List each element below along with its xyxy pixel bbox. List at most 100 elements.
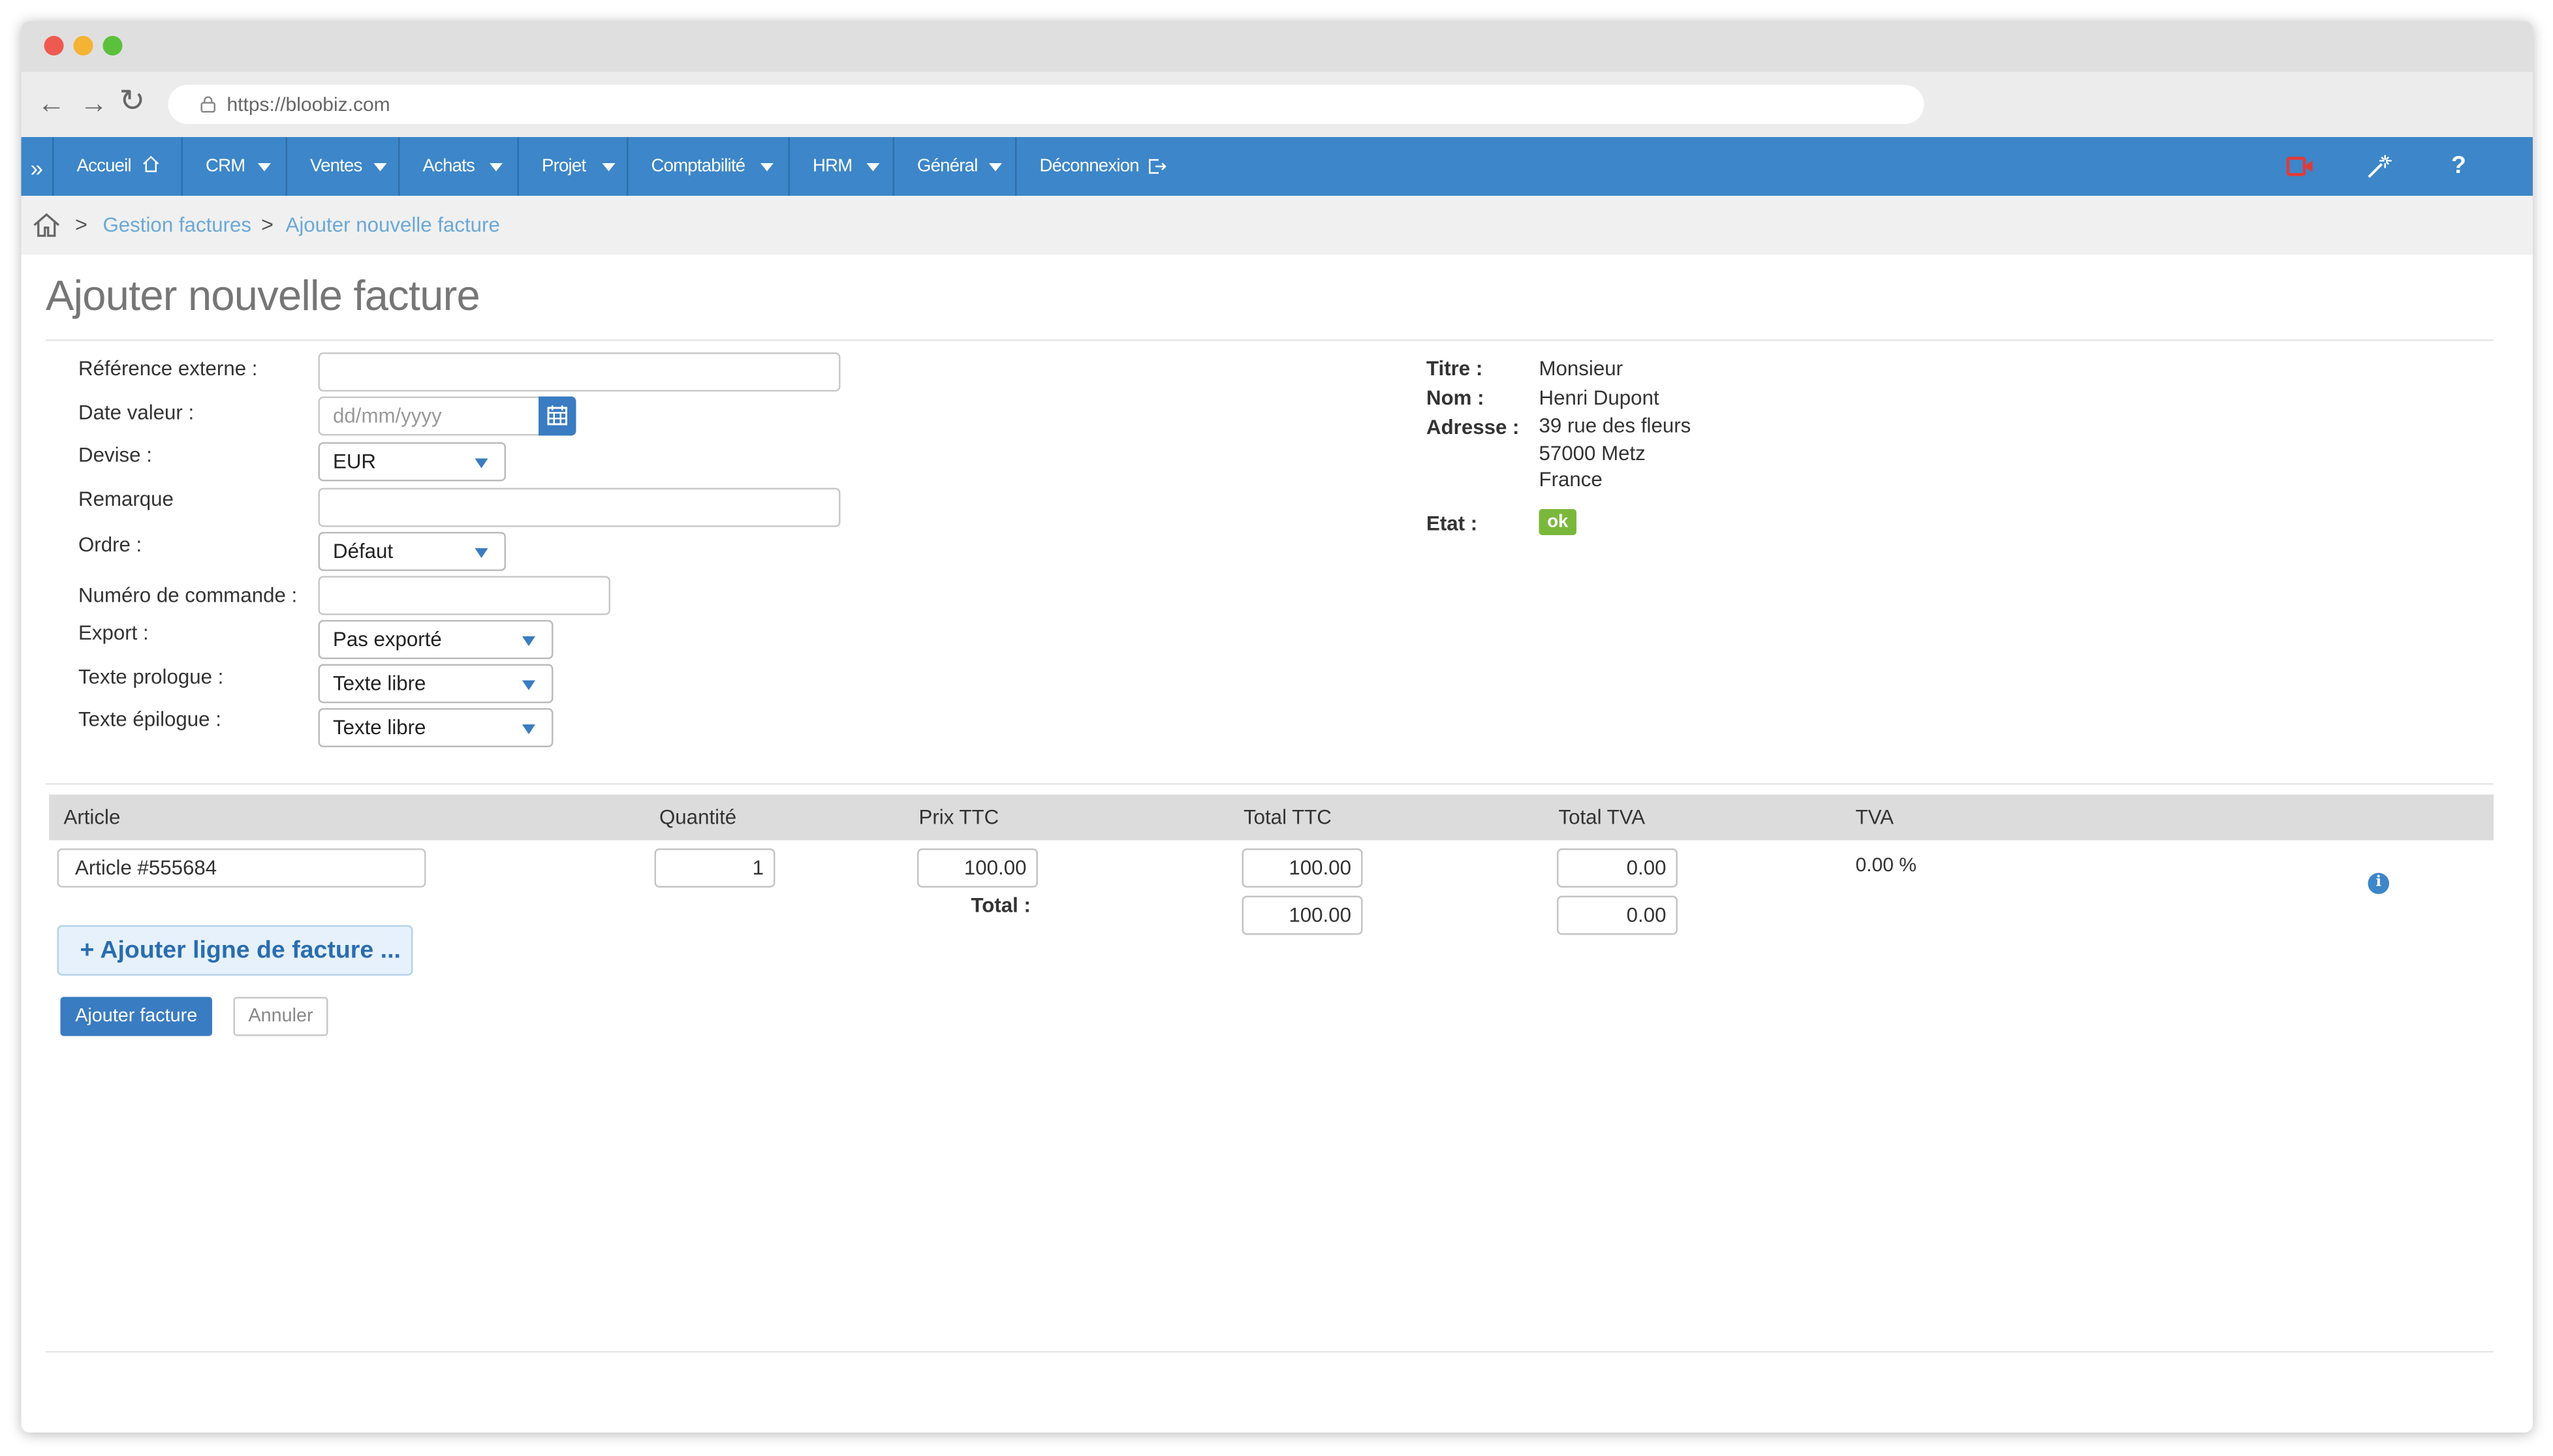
adresse-line: France [1539,468,1603,491]
chevron-down-icon [522,680,535,690]
lock-icon [200,96,215,113]
table-header: Article Quantité Prix TTC Total TTC Tota… [49,794,2494,841]
divider [46,1351,2494,1353]
reload-icon[interactable]: ↻ [119,85,146,119]
remarque-input[interactable] [318,488,841,527]
chevron-down-icon [475,548,488,558]
etat-label: Etat : [1426,512,1478,535]
devise-select[interactable]: EUR [318,442,506,482]
epilogue-value: Texte libre [333,716,426,739]
column-header-total-ttc: Total TTC [1244,806,1332,829]
cancel-button[interactable]: Annuler [233,997,328,1036]
chevron-down-icon [522,636,535,646]
tva-value: 0.00 % [1855,853,1917,876]
stage: ← → ↻ https://bloobiz.com » Accueil CRM … [0,0,2552,1455]
menu-item-label: Ventes [310,157,362,176]
menu-item-label: Accueil [76,157,132,176]
ordre-value: Défaut [333,540,394,563]
chevron-down-icon [475,458,488,469]
chevron-down-icon [602,163,616,172]
column-header-tva: TVA [1855,806,1894,829]
commande-label: Numéro de commande : [78,584,298,607]
column-header-prix-ttc: Prix TTC [918,806,999,829]
total-ttc-field: 100.00 [1242,848,1363,888]
export-value: Pas exporté [333,628,442,651]
chevron-down-icon [989,163,1002,172]
menu-item-label: Achats [422,157,475,176]
adresse-line: 39 rue des fleurs [1539,414,1691,437]
menu-item-crm[interactable]: CRM [183,137,287,196]
menu-item-label: CRM [206,157,245,176]
column-header-total-tva: Total TVA [1558,806,1646,829]
grand-total-ttc: 100.00 [1242,895,1363,935]
menu-item-achats[interactable]: Achats [400,137,519,196]
status-badge: ok [1539,509,1576,535]
home-icon[interactable] [33,212,61,238]
browser-window: ← → ↻ https://bloobiz.com » Accueil CRM … [21,21,2533,1433]
prix-ttc-input[interactable]: 100.00 [917,848,1038,888]
url-text: https://bloobiz.com [227,93,390,116]
magic-wand-icon[interactable] [2366,153,2392,179]
devise-label: Devise : [78,444,152,467]
chevron-down-icon [760,163,774,172]
forward-arrow-icon[interactable]: → [80,88,108,121]
breadcrumb-gestion-factures[interactable]: Gestion factures [103,214,252,237]
prologue-select[interactable]: Texte libre [318,664,554,704]
date-input[interactable]: dd/mm/yyyy [318,396,540,436]
column-header-article: Article [63,806,121,829]
chevron-right-icon: > [261,212,274,237]
help-icon[interactable]: ? [2451,137,2466,196]
chevron-down-icon [373,163,387,172]
ordre-label: Ordre : [78,533,142,557]
epilogue-label: Texte épilogue : [78,708,221,731]
article-input[interactable]: Article #555684 [57,848,426,888]
menu-item-label: Général [917,157,978,176]
back-arrow-icon[interactable]: ← [38,88,66,121]
menu-item-ventes[interactable]: Ventes [287,137,400,196]
nom-value: Henri Dupont [1539,386,1659,410]
info-icon[interactable]: i [2368,873,2389,894]
date-label: Date valeur : [78,401,195,424]
menu-item-hrm[interactable]: HRM [790,137,894,196]
menu-item-accueil[interactable]: Accueil [54,137,183,196]
quantite-input[interactable]: 1 [654,848,775,888]
minimize-window-icon[interactable] [73,36,93,55]
submit-invoice-button[interactable]: Ajouter facture [60,997,212,1036]
maximize-window-icon[interactable] [102,36,123,55]
page-title: Ajouter nouvelle facture [46,271,480,320]
video-call-icon[interactable] [2286,157,2315,176]
ordre-select[interactable]: Défaut [318,532,506,571]
chevron-down-icon [522,724,535,734]
breadcrumb: > Gestion factures > Ajouter nouvelle fa… [21,196,2533,255]
reference-input[interactable] [318,352,841,392]
column-header-quantite: Quantité [659,806,737,829]
menu-item-comptabilite[interactable]: Comptabilité [629,137,790,196]
menu-item-deconnexion[interactable]: Déconnexion [1017,137,1180,196]
window-titlebar [21,21,2533,72]
menu-item-label: Comptabilité [651,157,746,176]
grand-total-tva: 0.00 [1557,895,1678,935]
menu-item-label: HRM [813,157,853,176]
menu-item-general[interactable]: Général [894,137,1017,196]
divider [46,783,2494,785]
address-toolbar: ← → ↻ https://bloobiz.com [21,72,2533,137]
close-window-icon[interactable] [44,36,64,55]
epilogue-select[interactable]: Texte libre [318,708,554,747]
remarque-label: Remarque [78,488,174,511]
prologue-label: Texte prologue : [78,666,224,689]
divider [46,339,2494,341]
logout-icon [1149,159,1167,174]
url-field[interactable]: https://bloobiz.com [168,85,1924,124]
calendar-button[interactable] [539,396,576,436]
chevron-down-icon [258,163,271,172]
menu-item-projet[interactable]: Projet [519,137,629,196]
export-select[interactable]: Pas exporté [318,620,554,659]
calendar-icon [547,405,567,426]
breadcrumb-ajouter-facture[interactable]: Ajouter nouvelle facture [286,214,500,237]
commande-input[interactable] [318,576,610,615]
add-invoice-line-button[interactable]: + Ajouter ligne de facture ... [57,925,413,976]
menu-toggle-button[interactable]: » [22,137,54,196]
chevron-right-icon: > [75,212,87,237]
prologue-value: Texte libre [333,672,426,695]
total-tva-field: 0.00 [1557,848,1678,888]
